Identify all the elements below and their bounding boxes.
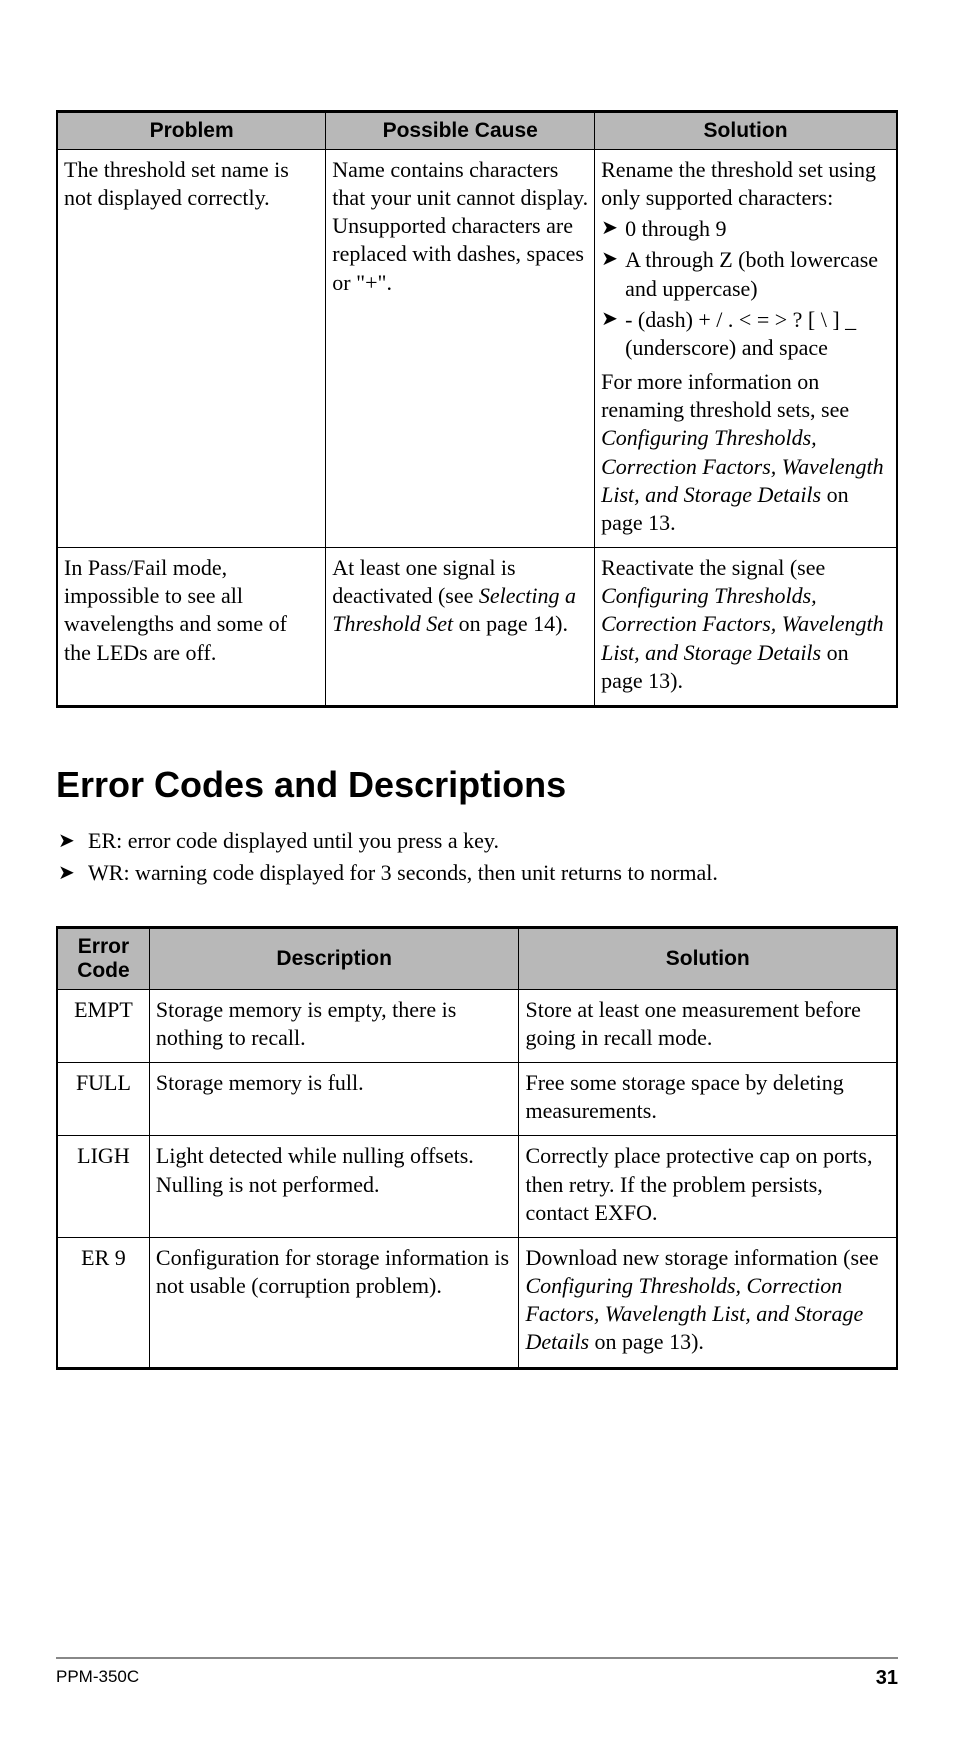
cell-solution: Download new storage information (see Co… xyxy=(519,1237,897,1368)
header-solution: Solution xyxy=(519,927,897,989)
bullet-item: ➤ ER: error code displayed until you pre… xyxy=(58,828,898,854)
bullet-item: ➤ WR: warning code displayed for 3 secon… xyxy=(58,860,898,886)
bullet-text: 0 through 9 xyxy=(625,215,890,243)
cell-desc: Light detected while nulling offsets. Nu… xyxy=(149,1136,519,1237)
cell-code: EMPT xyxy=(57,989,149,1062)
solution-post: on page 13). xyxy=(589,1329,704,1354)
bullet-text: ER: error code displayed until you press… xyxy=(88,828,898,854)
header-problem: Problem xyxy=(57,112,326,150)
table-row: In Pass/Fail mode, impossible to see all… xyxy=(57,548,897,707)
table-row: FULL Storage memory is full. Free some s… xyxy=(57,1063,897,1136)
arrow-icon: ➤ xyxy=(601,215,625,241)
page-footer: PPM-350C 31 xyxy=(56,1657,898,1690)
header-solution: Solution xyxy=(595,112,897,150)
bullet-item: ➤ A through Z (both lowercase and upperc… xyxy=(601,246,890,302)
troubleshooting-table: Problem Possible Cause Solution The thre… xyxy=(56,110,898,708)
cell-cause: At least one signal is deactivated (see … xyxy=(326,548,595,707)
table-row: The threshold set name is not displayed … xyxy=(57,150,897,548)
bullet-item: ➤ - (dash) + / . < = > ? [ \ ] _ (unders… xyxy=(601,306,890,362)
table-row: EMPT Storage memory is empty, there is n… xyxy=(57,989,897,1062)
cell-code: FULL xyxy=(57,1063,149,1136)
arrow-icon: ➤ xyxy=(601,246,625,272)
solution-intro: Rename the threshold set using only supp… xyxy=(601,156,890,212)
header-description: Description xyxy=(149,927,519,989)
cell-desc: Storage memory is empty, there is nothin… xyxy=(149,989,519,1062)
cell-solution: Free some storage space by deleting meas… xyxy=(519,1063,897,1136)
arrow-icon: ➤ xyxy=(58,828,88,854)
solution-pre: Reactivate the signal (see xyxy=(601,555,825,580)
header-error-code: Error Code xyxy=(57,927,149,989)
header-cause: Possible Cause xyxy=(326,112,595,150)
cell-solution: Reactivate the signal (see Configuring T… xyxy=(595,548,897,707)
arrow-icon: ➤ xyxy=(601,306,625,332)
intro-list: ➤ ER: error code displayed until you pre… xyxy=(58,828,898,886)
cell-code: LIGH xyxy=(57,1136,149,1237)
cell-solution: Correctly place protective cap on ports,… xyxy=(519,1136,897,1237)
solution-outro: For more information on renaming thresho… xyxy=(601,368,890,537)
cell-cause: Name contains characters that your unit … xyxy=(326,150,595,548)
section-title: Error Codes and Descriptions xyxy=(56,764,898,806)
bullet-text: - (dash) + / . < = > ? [ \ ] _ (undersco… xyxy=(625,306,890,362)
table-header-row: Error Code Description Solution xyxy=(57,927,897,989)
cause-post: on page 14). xyxy=(453,611,568,636)
error-codes-table: Error Code Description Solution EMPT Sto… xyxy=(56,926,898,1370)
footer-product: PPM-350C xyxy=(56,1667,139,1690)
cell-problem: In Pass/Fail mode, impossible to see all… xyxy=(57,548,326,707)
footer-rule xyxy=(56,1657,898,1659)
solution-pre: Download new storage information (see xyxy=(525,1245,878,1270)
arrow-icon: ➤ xyxy=(58,860,88,886)
outro-pre: For more information on renaming thresho… xyxy=(601,369,849,422)
cell-desc: Configuration for storage information is… xyxy=(149,1237,519,1368)
cell-desc: Storage memory is full. xyxy=(149,1063,519,1136)
bullet-text: A through Z (both lowercase and uppercas… xyxy=(625,246,890,302)
cell-problem: The threshold set name is not displayed … xyxy=(57,150,326,548)
table-header-row: Problem Possible Cause Solution xyxy=(57,112,897,150)
bullet-text: WR: warning code displayed for 3 seconds… xyxy=(88,860,898,886)
cell-solution: Store at least one measurement before go… xyxy=(519,989,897,1062)
bullet-item: ➤ 0 through 9 xyxy=(601,215,890,243)
footer-page-number: 31 xyxy=(876,1667,898,1690)
table-row: LIGH Light detected while nulling offset… xyxy=(57,1136,897,1237)
cell-solution: Rename the threshold set using only supp… xyxy=(595,150,897,548)
table-row: ER 9 Configuration for storage informati… xyxy=(57,1237,897,1368)
cell-code: ER 9 xyxy=(57,1237,149,1368)
